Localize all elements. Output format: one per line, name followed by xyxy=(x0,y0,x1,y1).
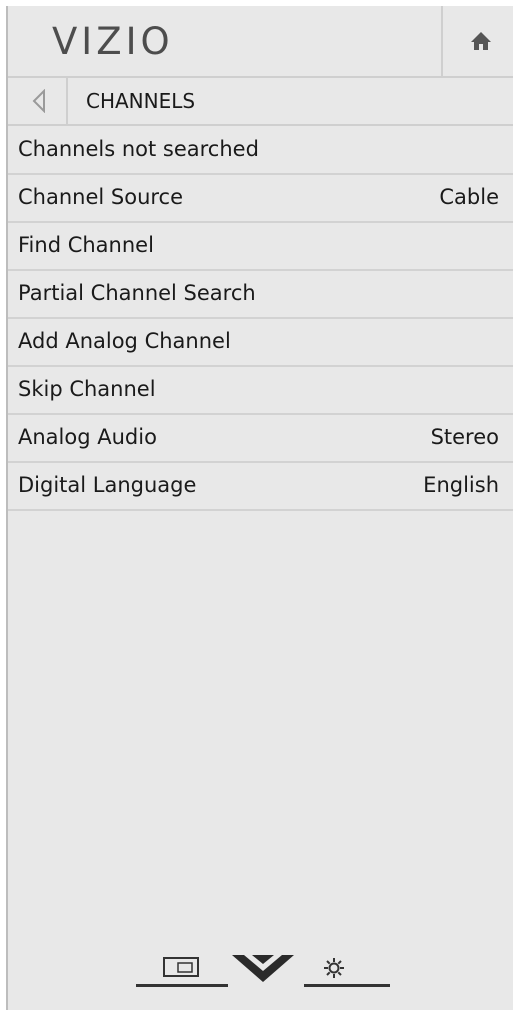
menu-item-label: Channel Source xyxy=(18,185,184,209)
menu-item-digital-language[interactable]: Digital Language English xyxy=(8,463,513,511)
menu-item-value: Cable xyxy=(439,185,499,209)
inputs-icon[interactable] xyxy=(136,954,228,988)
channels-menu-panel: VIZIO CHANNELS Channels not searched Cha… xyxy=(6,6,513,1010)
menu-item-label: Partial Channel Search xyxy=(18,281,256,305)
page-title: CHANNELS xyxy=(86,89,196,113)
home-icon xyxy=(471,32,491,50)
menu-item-label: Skip Channel xyxy=(18,377,156,401)
menu-item-find-channel[interactable]: Find Channel xyxy=(8,223,513,271)
settings-icon[interactable] xyxy=(304,954,390,988)
bottom-toolbar xyxy=(8,946,513,996)
menu-header: VIZIO xyxy=(8,6,513,78)
home-button[interactable] xyxy=(441,6,513,76)
menu-item-label: Analog Audio xyxy=(18,425,157,449)
back-arrow-icon xyxy=(32,89,45,113)
menu-item-value: English xyxy=(423,473,499,497)
vizio-logo: VIZIO xyxy=(52,20,174,63)
menu-item-channels-not-searched[interactable]: Channels not searched xyxy=(8,127,513,175)
vizio-v-icon[interactable] xyxy=(230,952,296,984)
menu-item-label: Find Channel xyxy=(18,233,154,257)
menu-item-partial-channel-search[interactable]: Partial Channel Search xyxy=(8,271,513,319)
menu-item-channel-source[interactable]: Channel Source Cable xyxy=(8,175,513,223)
menu-item-add-analog-channel[interactable]: Add Analog Channel xyxy=(8,319,513,367)
channels-menu-list: Channels not searched Channel Source Cab… xyxy=(8,127,513,511)
menu-item-label: Channels not searched xyxy=(18,137,259,161)
menu-item-analog-audio[interactable]: Analog Audio Stereo xyxy=(8,415,513,463)
menu-item-value: Stereo xyxy=(430,425,499,449)
menu-item-label: Add Analog Channel xyxy=(18,329,231,353)
menu-item-skip-channel[interactable]: Skip Channel xyxy=(8,367,513,415)
breadcrumb-bar: CHANNELS xyxy=(8,78,513,126)
menu-item-label: Digital Language xyxy=(18,473,197,497)
back-button[interactable] xyxy=(8,78,68,124)
